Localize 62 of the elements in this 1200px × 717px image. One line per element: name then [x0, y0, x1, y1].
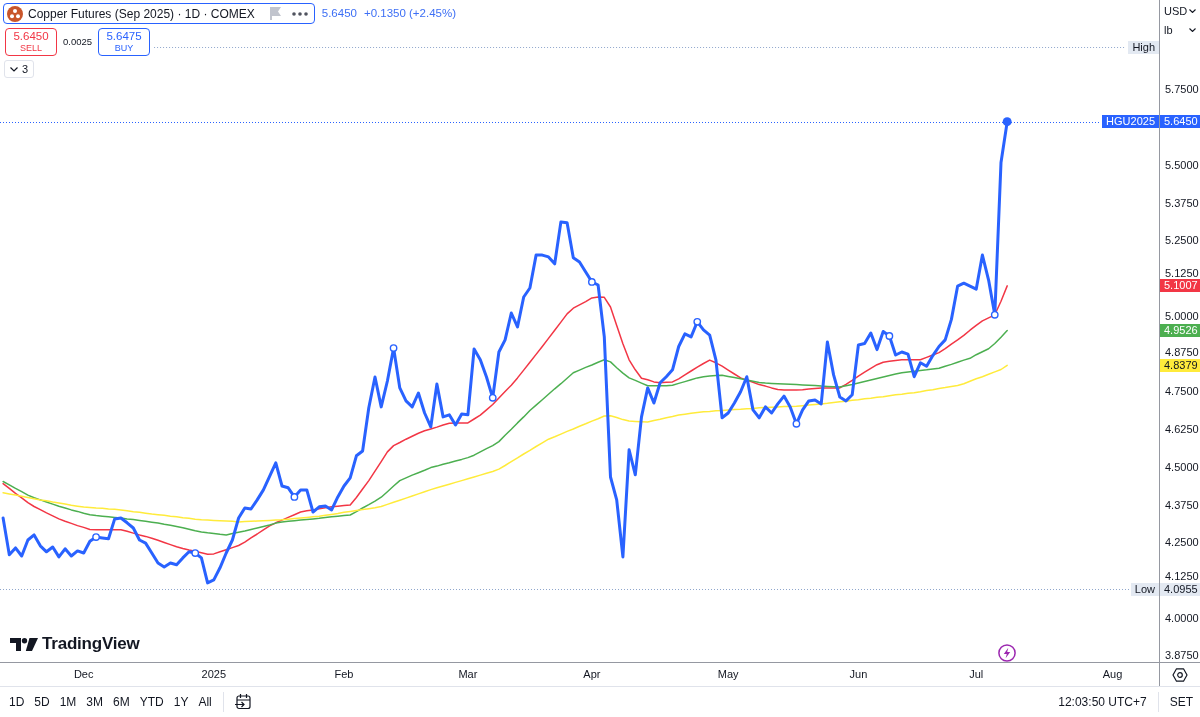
- sell-button[interactable]: 5.6450 SELL: [5, 28, 57, 56]
- settings-icon[interactable]: [1172, 666, 1188, 683]
- time-scale-label: Feb: [334, 667, 354, 682]
- caret-icon: [1189, 28, 1196, 32]
- logo-icon: [10, 637, 38, 651]
- price-scale-label: 5.0000: [1165, 310, 1199, 322]
- price-scale-label: 5.2500: [1165, 235, 1199, 247]
- price-scale-label: 4.5000: [1165, 461, 1199, 473]
- average-value-tag: 4.9526: [1160, 324, 1200, 338]
- unit-dropdown[interactable]: lb: [1162, 22, 1198, 38]
- price-scale-label: 4.8750: [1165, 347, 1199, 359]
- brand-name: TradingView: [42, 635, 140, 653]
- timezone-button[interactable]: 12:03:50 UTC+7: [1053, 692, 1152, 712]
- price-scale-label: 4.0000: [1165, 612, 1199, 624]
- level-tag: High: [1128, 40, 1159, 54]
- price-scale-label: 4.1250: [1165, 571, 1199, 583]
- time-scale-label: Jul: [969, 667, 984, 682]
- price-scale-label: 4.3750: [1165, 499, 1199, 511]
- price-change: +0.1350 (+2.45%): [363, 5, 457, 21]
- dots-circle-icon: [7, 5, 23, 22]
- range-button[interactable]: 1M: [54, 692, 82, 712]
- time-scale-label: Apr: [583, 667, 601, 682]
- time-scale-label: Jun: [849, 667, 868, 682]
- time-scale-label: Mar: [458, 667, 478, 682]
- average-value-tag: 4.8379: [1160, 358, 1200, 372]
- time-scale-label: Aug: [1102, 667, 1123, 682]
- range-button[interactable]: YTD: [134, 692, 169, 712]
- range-button[interactable]: 6M: [108, 692, 135, 712]
- last-price: 5.6450: [321, 5, 357, 21]
- set-button[interactable]: SET: [1164, 692, 1198, 712]
- price-scale-label: 5.1250: [1165, 267, 1199, 279]
- buy-button[interactable]: 5.6475 BUY: [98, 28, 151, 56]
- currency-dropdown[interactable]: USD: [1162, 3, 1198, 19]
- range-button[interactable]: 1D: [4, 692, 30, 712]
- last-price-dot: [1002, 117, 1012, 127]
- more-icon[interactable]: [291, 11, 308, 16]
- range-button[interactable]: 1Y: [168, 692, 194, 712]
- indicators-toggle-button[interactable]: 3: [4, 60, 35, 78]
- price-scale-label: 5.3750: [1165, 197, 1199, 209]
- last-price-tag: 5.6450: [1160, 115, 1200, 129]
- lightning-icon[interactable]: [998, 644, 1016, 662]
- average-value-tag: 5.1007: [1160, 279, 1200, 293]
- chevron-down-icon: [10, 66, 18, 72]
- level-tag: Low: [1130, 582, 1159, 596]
- caret-icon: [1189, 9, 1196, 13]
- price-scale-label: 3.8750: [1165, 650, 1199, 662]
- range-button[interactable]: 3M: [81, 692, 109, 712]
- symbol-title: Copper Futures (Sep 2025) · 1D · COMEX: [28, 5, 255, 23]
- symbol-legend[interactable]: Copper Futures (Sep 2025) · 1D · COMEX: [3, 3, 315, 24]
- range-button[interactable]: All: [193, 692, 217, 712]
- range-button[interactable]: 5D: [29, 692, 55, 712]
- price-scale-label: 5.7500: [1165, 84, 1199, 96]
- time-scale-label: 2025: [201, 667, 227, 682]
- price-scale-label: 4.6250: [1165, 424, 1199, 436]
- price-scale-label: 4.2500: [1165, 537, 1199, 549]
- level-price-tag: 4.0955: [1160, 582, 1200, 596]
- price-scale-label: 4.7500: [1165, 386, 1199, 398]
- time-scale-label: Dec: [73, 667, 94, 682]
- time-scale-label: May: [717, 667, 739, 682]
- spread-value: 0.0025: [63, 34, 93, 49]
- price-scale-label: 5.5000: [1165, 159, 1199, 171]
- symbol-tag: HGU2025: [1102, 115, 1159, 129]
